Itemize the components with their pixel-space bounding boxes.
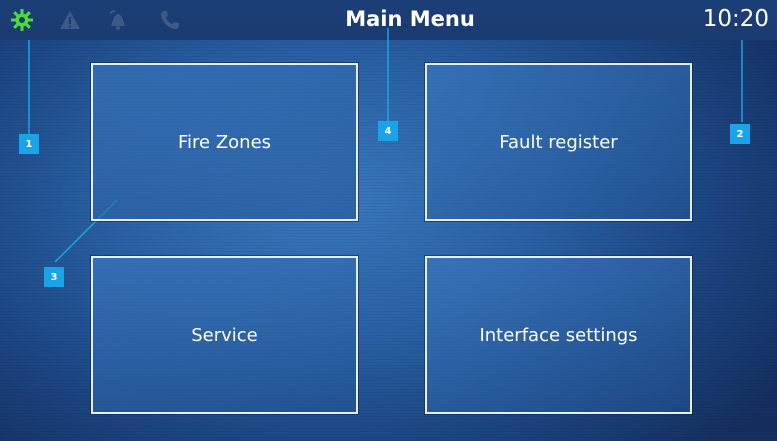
main-menu-screen: Main Menu 10:20 Fire Zones Fault registe… bbox=[0, 0, 777, 441]
interface-settings-label: Interface settings bbox=[479, 324, 638, 346]
fire-zones-label: Fire Zones bbox=[177, 131, 272, 153]
interface-settings-button[interactable]: Interface settings bbox=[425, 256, 692, 414]
service-button[interactable]: Service bbox=[91, 256, 358, 414]
service-label: Service bbox=[191, 324, 258, 346]
callout-marker-1: 1 bbox=[19, 134, 39, 154]
callout-marker-3: 3 bbox=[44, 267, 64, 287]
fire-zones-button[interactable]: Fire Zones bbox=[91, 63, 358, 221]
fault-register-label: Fault register bbox=[499, 131, 618, 153]
callout-marker-2: 2 bbox=[730, 124, 750, 144]
callout-marker-4: 4 bbox=[378, 121, 398, 141]
fault-register-button[interactable]: Fault register bbox=[425, 63, 692, 221]
